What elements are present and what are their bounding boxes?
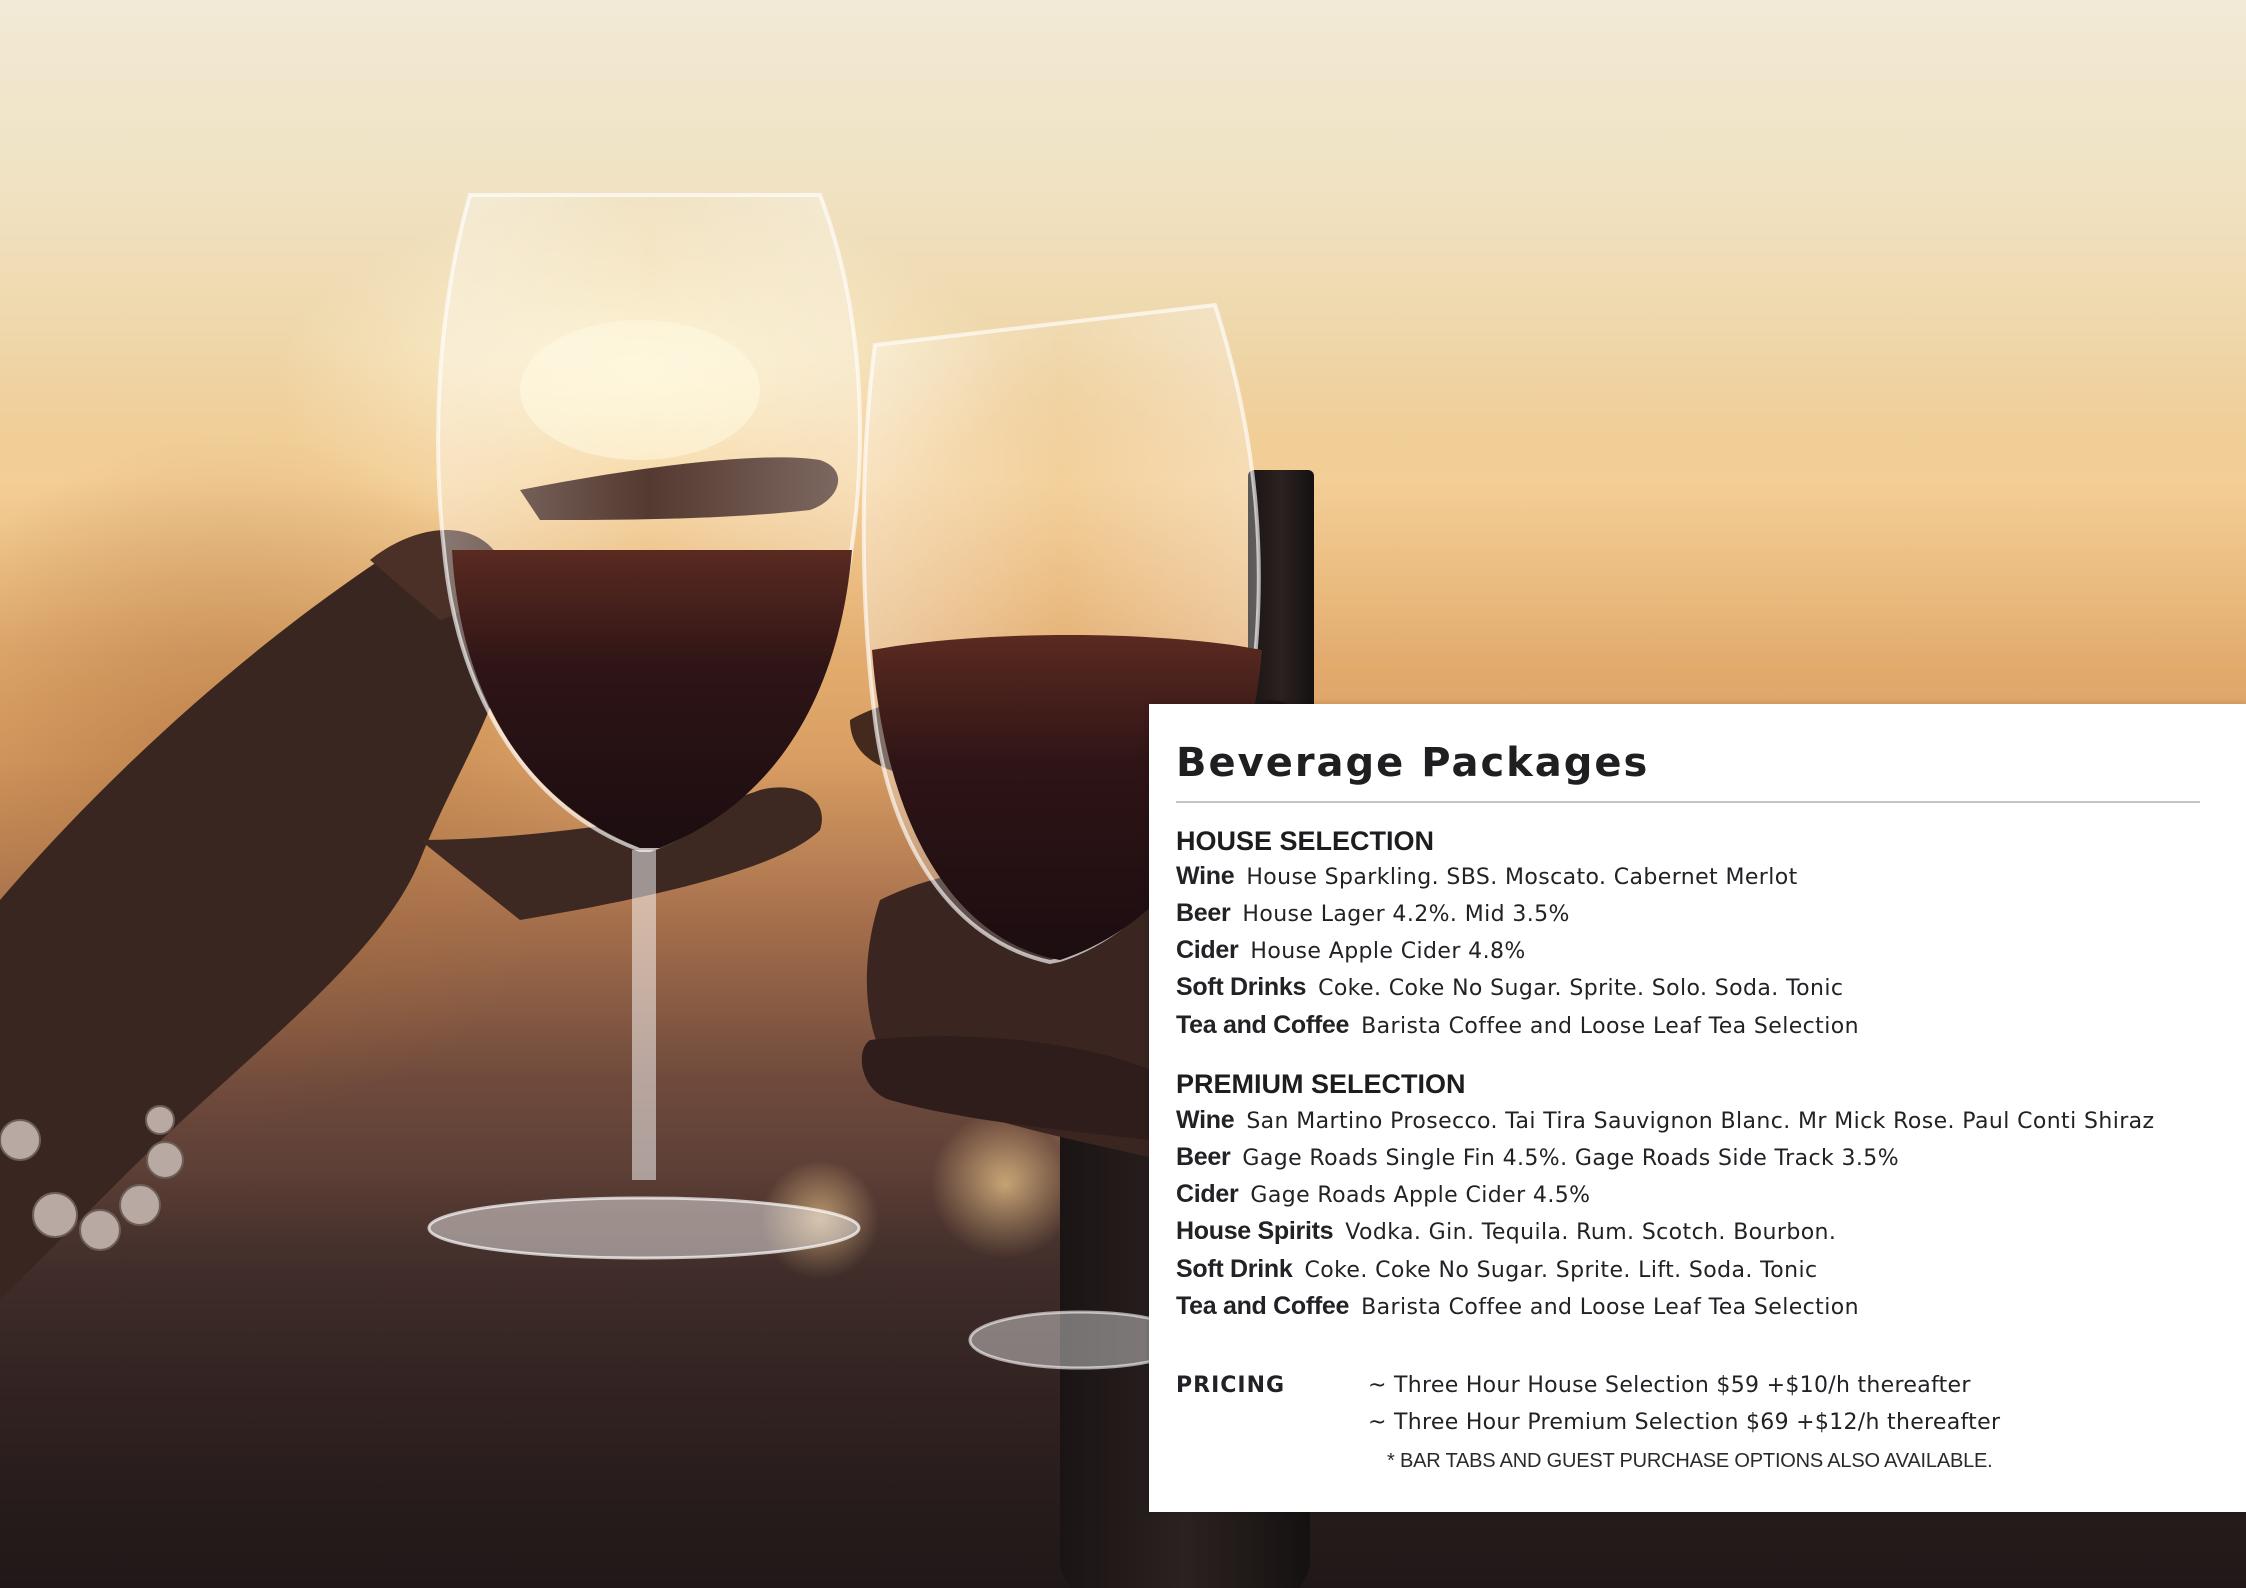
item-label: Tea and Coffee <box>1176 1011 1350 1039</box>
page-title: Beverage Packages <box>1176 740 1650 786</box>
item-description: Coke. Coke No Sugar. Sprite. Lift. Soda.… <box>1304 1258 1818 1283</box>
pricing-note: * BAR TABS AND GUEST PURCHASE OPTIONS AL… <box>1387 1450 1993 1472</box>
item-label: Soft Drink <box>1176 1255 1293 1283</box>
premium-item-soft-drink: Soft Drink Coke. Coke No Sugar. Sprite. L… <box>1176 1254 1817 1287</box>
item-description: House Sparkling. SBS. Moscato. Cabernet … <box>1246 865 1798 890</box>
premium-item-beer: Beer Gage Roads Single Fin 4.5%. Gage Roa… <box>1176 1142 1899 1175</box>
title-divider <box>1176 801 2200 803</box>
item-label: Beer <box>1176 899 1231 927</box>
item-label: Beer <box>1176 1143 1231 1171</box>
item-label: Wine <box>1176 1106 1235 1134</box>
house-item-beer: Beer House Lager 4.2%. Mid 3.5% <box>1176 898 1570 931</box>
price-house-selection: ~ Three Hour House Selection $59 +$10/h … <box>1368 1373 1971 1398</box>
house-selection-heading: HOUSE SELECTION <box>1176 826 1435 856</box>
premium-selection-heading: PREMIUM SELECTION <box>1176 1069 1466 1099</box>
item-description: Gage Roads Single Fin 4.5%. Gage Roads S… <box>1242 1146 1899 1171</box>
premium-item-wine: Wine San Martino Prosecco. Tai Tira Sauvi… <box>1176 1105 2155 1138</box>
item-label: Soft Drinks <box>1176 973 1307 1001</box>
item-description: Barista Coffee and Loose Leaf Tea Select… <box>1361 1295 1859 1320</box>
house-item-wine: Wine House Sparkling. SBS. Moscato. Caber… <box>1176 861 1798 894</box>
beverage-menu-card: Beverage Packages HOUSE SELECTION Wine Ho… <box>1149 704 2246 1512</box>
house-item-tea-coffee: Tea and Coffee Barista Coffee and Loose L… <box>1176 1010 1859 1043</box>
item-label: Cider <box>1176 936 1239 964</box>
premium-item-house-spirits: House Spirits Vodka. Gin. Tequila. Rum. S… <box>1176 1216 1836 1249</box>
pricing-label: PRICING <box>1176 1373 1286 1398</box>
item-description: Gage Roads Apple Cider 4.5% <box>1250 1183 1591 1208</box>
house-item-cider: Cider House Apple Cider 4.8% <box>1176 935 1526 968</box>
premium-item-cider: Cider Gage Roads Apple Cider 4.5% <box>1176 1179 1590 1212</box>
sun-glare <box>520 320 760 460</box>
menu-page: Beverage Packages HOUSE SELECTION Wine Ho… <box>0 0 2246 1588</box>
item-description: Coke. Coke No Sugar. Sprite. Solo. Soda.… <box>1318 976 1844 1001</box>
item-label: Wine <box>1176 862 1235 890</box>
price-premium-selection: ~ Three Hour Premium Selection $69 +$12/… <box>1368 1410 2001 1435</box>
house-item-soft-drinks: Soft Drinks Coke. Coke No Sugar. Sprite. … <box>1176 972 1843 1005</box>
item-label: Tea and Coffee <box>1176 1292 1350 1320</box>
item-label: House Spirits <box>1176 1217 1334 1245</box>
premium-item-tea-coffee: Tea and Coffee Barista Coffee and Loose L… <box>1176 1291 1859 1324</box>
item-description: Vodka. Gin. Tequila. Rum. Scotch. Bourbo… <box>1345 1220 1837 1245</box>
item-description: House Lager 4.2%. Mid 3.5% <box>1242 902 1570 927</box>
item-description: Barista Coffee and Loose Leaf Tea Select… <box>1361 1014 1859 1039</box>
item-description: San Martino Prosecco. Tai Tira Sauvignon… <box>1246 1109 2155 1134</box>
item-description: House Apple Cider 4.8% <box>1250 939 1526 964</box>
item-label: Cider <box>1176 1180 1239 1208</box>
